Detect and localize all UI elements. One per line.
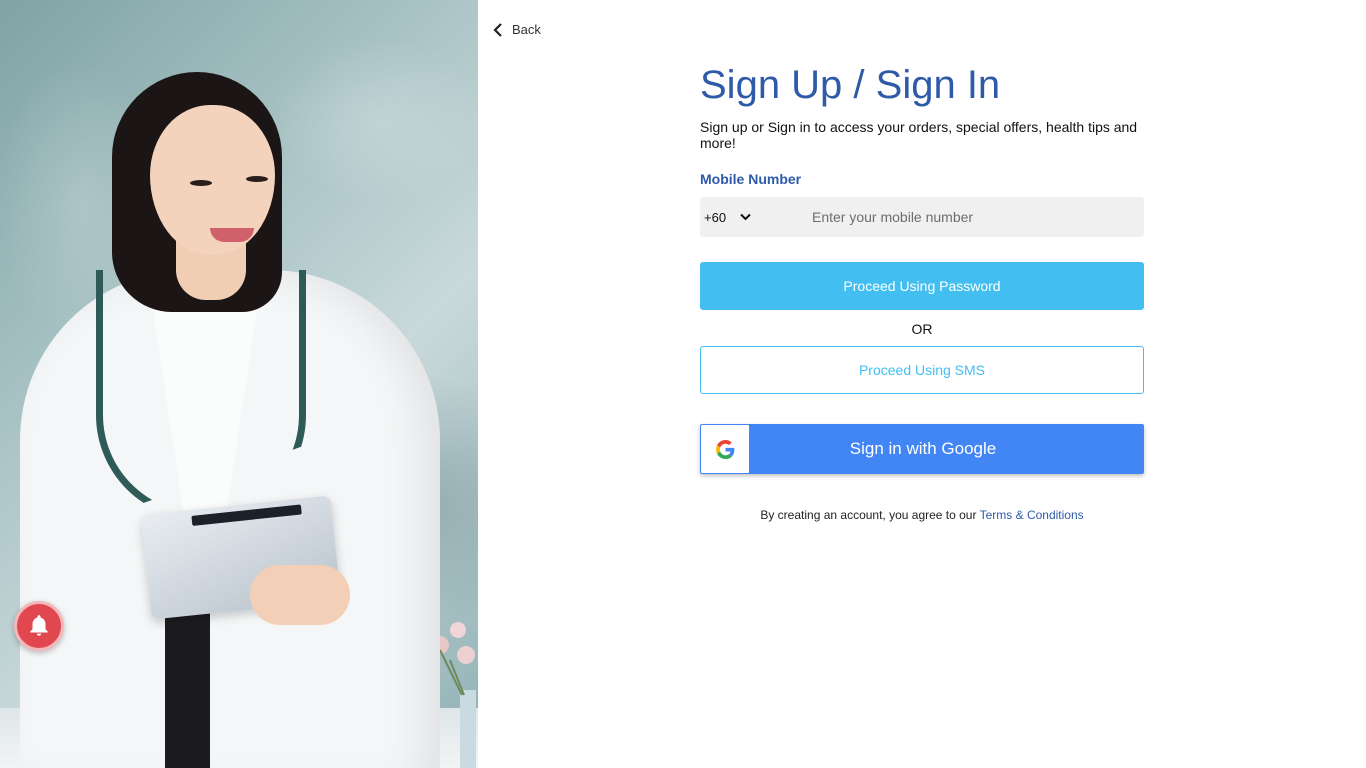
proceed-sms-button[interactable]: Proceed Using SMS [700, 346, 1144, 394]
google-logo-container [701, 425, 749, 473]
back-label: Back [512, 22, 541, 37]
back-link[interactable]: Back [492, 22, 541, 37]
google-sign-in-label: Sign in with Google [849, 439, 997, 458]
page-title: Sign Up / Sign In [700, 63, 1001, 107]
chevron-left-icon [493, 22, 502, 37]
terms-conditions-link[interactable]: Terms & Conditions [980, 508, 1084, 522]
terms-notice: By creating an account, you agree to our… [700, 508, 1144, 522]
or-divider: OR [911, 321, 933, 337]
terms-prefix: By creating an account, you agree to our [760, 508, 980, 522]
doctor-pants [165, 600, 210, 768]
google-sign-in-button[interactable]: Sign in with Google [700, 424, 1144, 474]
doctor-eye-left [190, 180, 212, 186]
doctor-hand [250, 565, 350, 625]
mobile-number-input[interactable] [800, 197, 1120, 237]
country-code-select[interactable]: +60 [700, 210, 800, 225]
bell-icon [30, 615, 48, 636]
chevron-down-icon [740, 213, 751, 221]
proceed-password-button[interactable]: Proceed Using Password [700, 262, 1144, 310]
google-logo-icon [715, 439, 734, 459]
page-subtitle: Sign up or Sign in to access your orders… [700, 119, 1138, 151]
country-code-value: +60 [704, 209, 727, 225]
sign-in-form: Sign Up / Sign In Sign up or Sign in to … [700, 60, 1144, 522]
mobile-number-field: +60 [700, 197, 1144, 237]
notification-bell-button[interactable] [14, 601, 64, 651]
doctor-eye-right [246, 176, 268, 182]
hero-image [0, 0, 478, 768]
mobile-number-label: Mobile Number [700, 171, 802, 187]
